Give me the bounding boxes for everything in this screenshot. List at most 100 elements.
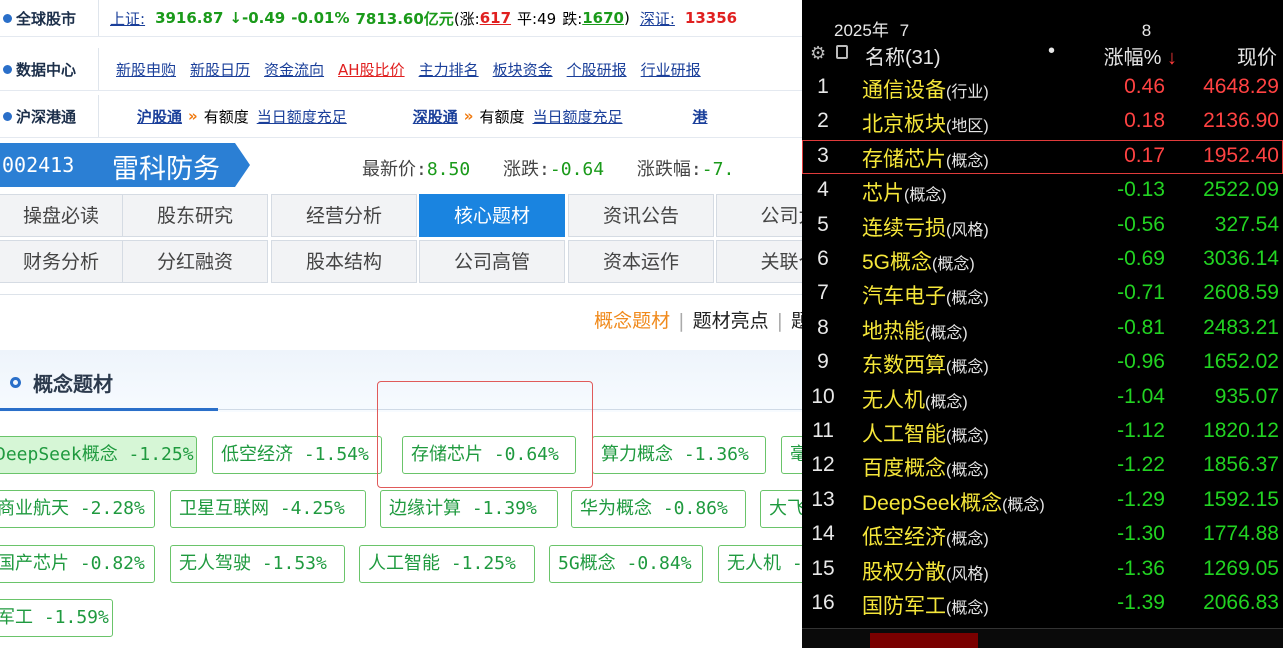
sector-price: 2066.83 [1203, 591, 1279, 614]
concept-tag[interactable]: 无人驾驶 -1.53% [170, 545, 345, 583]
concept-tag[interactable]: 军工 -1.59% [0, 599, 113, 637]
bottom-tabs [802, 628, 1283, 648]
header-price[interactable]: 现价 [1237, 41, 1277, 70]
tab-trading-guide[interactable]: 操盘必读 [0, 194, 134, 237]
sector-row[interactable]: 13 DeepSeek概念(概念) -1.29 1592.15 [802, 484, 1283, 518]
header-name[interactable]: 名称(31) [865, 41, 941, 70]
tab-executives[interactable]: 公司高管 [419, 240, 565, 283]
sector-row[interactable]: 10 无人机(概念) -1.04 935.07 [802, 381, 1283, 415]
sector-row[interactable]: 7 汽车电子(概念) -0.71 2608.59 [802, 277, 1283, 311]
sector-name: DeepSeek概念(概念) [862, 491, 1045, 515]
concept-tag[interactable]: 5G概念 -0.84% [549, 545, 703, 583]
link-ipo[interactable]: 新股申购 [116, 59, 176, 80]
date-header: 2025年 7 8 [834, 21, 1152, 40]
link-stock-research[interactable]: 个股研报 [567, 59, 627, 80]
gear-icon[interactable]: ⚙ [810, 43, 826, 64]
tab-financial[interactable]: 财务分析 [0, 240, 134, 283]
tab-related[interactable]: 关联个 [716, 240, 802, 283]
hk-connect-link[interactable]: 港 [693, 106, 708, 127]
concept-tag[interactable]: 算力概念 -1.36% [592, 436, 766, 474]
down-count[interactable]: 1670 [582, 9, 624, 27]
sector-row[interactable]: 6 5G概念(概念) -0.69 3036.14 [802, 243, 1283, 277]
concept-tag[interactable]: 大飞 [760, 490, 802, 528]
sz-connect-link[interactable]: 深股通 [413, 106, 458, 127]
sector-row[interactable]: 14 低空经济(概念) -1.30 1774.88 [802, 518, 1283, 552]
concept-tag[interactable]: 边缘计算 -1.39% [380, 490, 558, 528]
header-change[interactable]: 涨幅% ↓ [1104, 41, 1177, 70]
link-ah-ratio[interactable]: AH股比价 [338, 59, 405, 80]
sector-row[interactable]: 16 国防军工(概念) -1.39 2066.83 [802, 587, 1283, 621]
header-dot: • [1048, 40, 1056, 62]
concept-tag[interactable]: DeepSeek概念 -1.25% [0, 436, 197, 474]
sector-row[interactable]: 4 芯片(概念) -0.13 2522.09 [802, 174, 1283, 208]
concept-tag[interactable]: 无人机 - [718, 545, 802, 583]
sz-quota-status[interactable]: 当日额度充足 [532, 106, 622, 127]
stock-connect-row: 沪深港通 沪股通 » 有额度 当日额度充足 深股通 » 有额度 当日额度充足 港 [0, 95, 802, 138]
sector-category: (概念) [946, 600, 989, 617]
sz-index-value: 13356 [684, 9, 738, 27]
sector-row[interactable]: 1 通信设备(行业) 0.46 4648.29 [802, 71, 1283, 105]
concept-tag[interactable]: 商业航天 -2.28% [0, 490, 155, 528]
sector-name: 人工智能(概念) [862, 423, 989, 446]
link-fund-flow[interactable]: 资金流向 [264, 59, 324, 80]
sector-change: 0.46 [1124, 75, 1165, 98]
sector-category: (概念) [925, 324, 968, 342]
columns-icon[interactable] [836, 45, 848, 59]
sh-quota-status[interactable]: 当日额度充足 [257, 106, 347, 127]
row-index: 15 [811, 556, 835, 580]
stock-header: 002413 雷科防务 最新价:8.50 涨跌:-0.64 涨跌幅:-7. [0, 143, 802, 187]
tab-operations[interactable]: 经营分析 [271, 194, 417, 237]
table-header: ⚙ 名称(31) • 涨幅% ↓ 现价 [802, 40, 1283, 70]
change-value: -0.64 [549, 159, 605, 180]
tab-company-events[interactable]: 公司大 [716, 194, 802, 237]
sector-row[interactable]: 12 百度概念(概念) -1.22 1856.37 [802, 449, 1283, 483]
sector-row[interactable]: 3 存储芯片(概念) 0.17 1952.40 [802, 139, 1283, 174]
tab-capital-ops[interactable]: 资本运作 [568, 240, 714, 283]
up-count[interactable]: 617 [480, 9, 511, 27]
sh-connect-link[interactable]: 沪股通 [137, 106, 182, 127]
row-index: 8 [817, 315, 829, 339]
sector-price: 2136.90 [1203, 109, 1279, 133]
concept-tag[interactable]: 人工智能 -1.25% [359, 545, 535, 583]
sector-change: -0.13 [1117, 178, 1165, 202]
down-label: 跌: [562, 9, 583, 28]
sector-row[interactable]: 15 股权分散(风格) -1.36 1269.05 [802, 553, 1283, 587]
tab-capital-structure[interactable]: 股本结构 [271, 240, 417, 283]
concept-tag[interactable]: 低空经济 -1.54% [212, 436, 382, 474]
sector-row[interactable]: 8 地热能(概念) -0.81 2483.21 [802, 312, 1283, 346]
main-tabs-row2: 财务分析 分红融资 股本结构 公司高管 资本运作 关联个 [0, 240, 802, 285]
tab-shareholder[interactable]: 股东研究 [122, 194, 268, 237]
sector-price: 935.07 [1214, 384, 1279, 408]
sector-change: -1.30 [1117, 522, 1165, 546]
concept-tag[interactable]: 国产芯片 -0.82% [0, 545, 155, 583]
subtab-highlights[interactable]: 题材亮点 [693, 310, 769, 332]
subtab-concepts[interactable]: 概念题材 [594, 310, 670, 332]
concept-tag[interactable]: 卫星互联网 -4.25% [170, 490, 366, 528]
global-market-label[interactable]: 全球股市 [0, 0, 99, 36]
bottom-tab-active[interactable] [870, 633, 978, 648]
sector-row[interactable]: 11 人工智能(概念) -1.12 1820.12 [802, 415, 1283, 449]
concept-tag[interactable]: 毫 [781, 436, 802, 474]
sh-index-value: 3916.87 [155, 9, 224, 27]
row-index: 12 [811, 453, 835, 477]
link-industry-research[interactable]: 行业研报 [641, 59, 701, 80]
link-sector-fund[interactable]: 板块资金 [493, 59, 553, 80]
row-index: 11 [812, 419, 834, 442]
subtab-more[interactable]: 题 [791, 310, 802, 332]
sz-index-link[interactable]: 深证: [640, 8, 675, 29]
tab-news[interactable]: 资讯公告 [568, 194, 714, 237]
sector-row[interactable]: 5 连续亏损(风格) -0.56 327.54 [802, 209, 1283, 243]
link-main-rank[interactable]: 主力排名 [419, 59, 479, 80]
sector-row[interactable]: 2 北京板块(地区) 0.18 2136.90 [802, 105, 1283, 139]
sh-index-link[interactable]: 上证: [110, 8, 145, 29]
tab-core-themes[interactable]: 核心题材 [419, 194, 565, 237]
tab-dividend[interactable]: 分红融资 [122, 240, 268, 283]
sector-row[interactable]: 9 东数西算(概念) -0.96 1652.02 [802, 346, 1283, 380]
main-tabs-row1: 操盘必读 股东研究 经营分析 核心题材 资讯公告 公司大 [0, 194, 802, 239]
sector-name: 北京板块(地区) [862, 113, 989, 137]
data-center-label: 数据中心 [0, 48, 99, 90]
concept-tag[interactable]: 华为概念 -0.86% [571, 490, 746, 528]
link-ipo-calendar[interactable]: 新股日历 [190, 59, 250, 80]
f10-page: 全球股市 上证: 3916.87 ↓ -0.49 -0.01% 7813.60亿… [0, 0, 802, 648]
sector-price: 3036.14 [1203, 247, 1279, 270]
